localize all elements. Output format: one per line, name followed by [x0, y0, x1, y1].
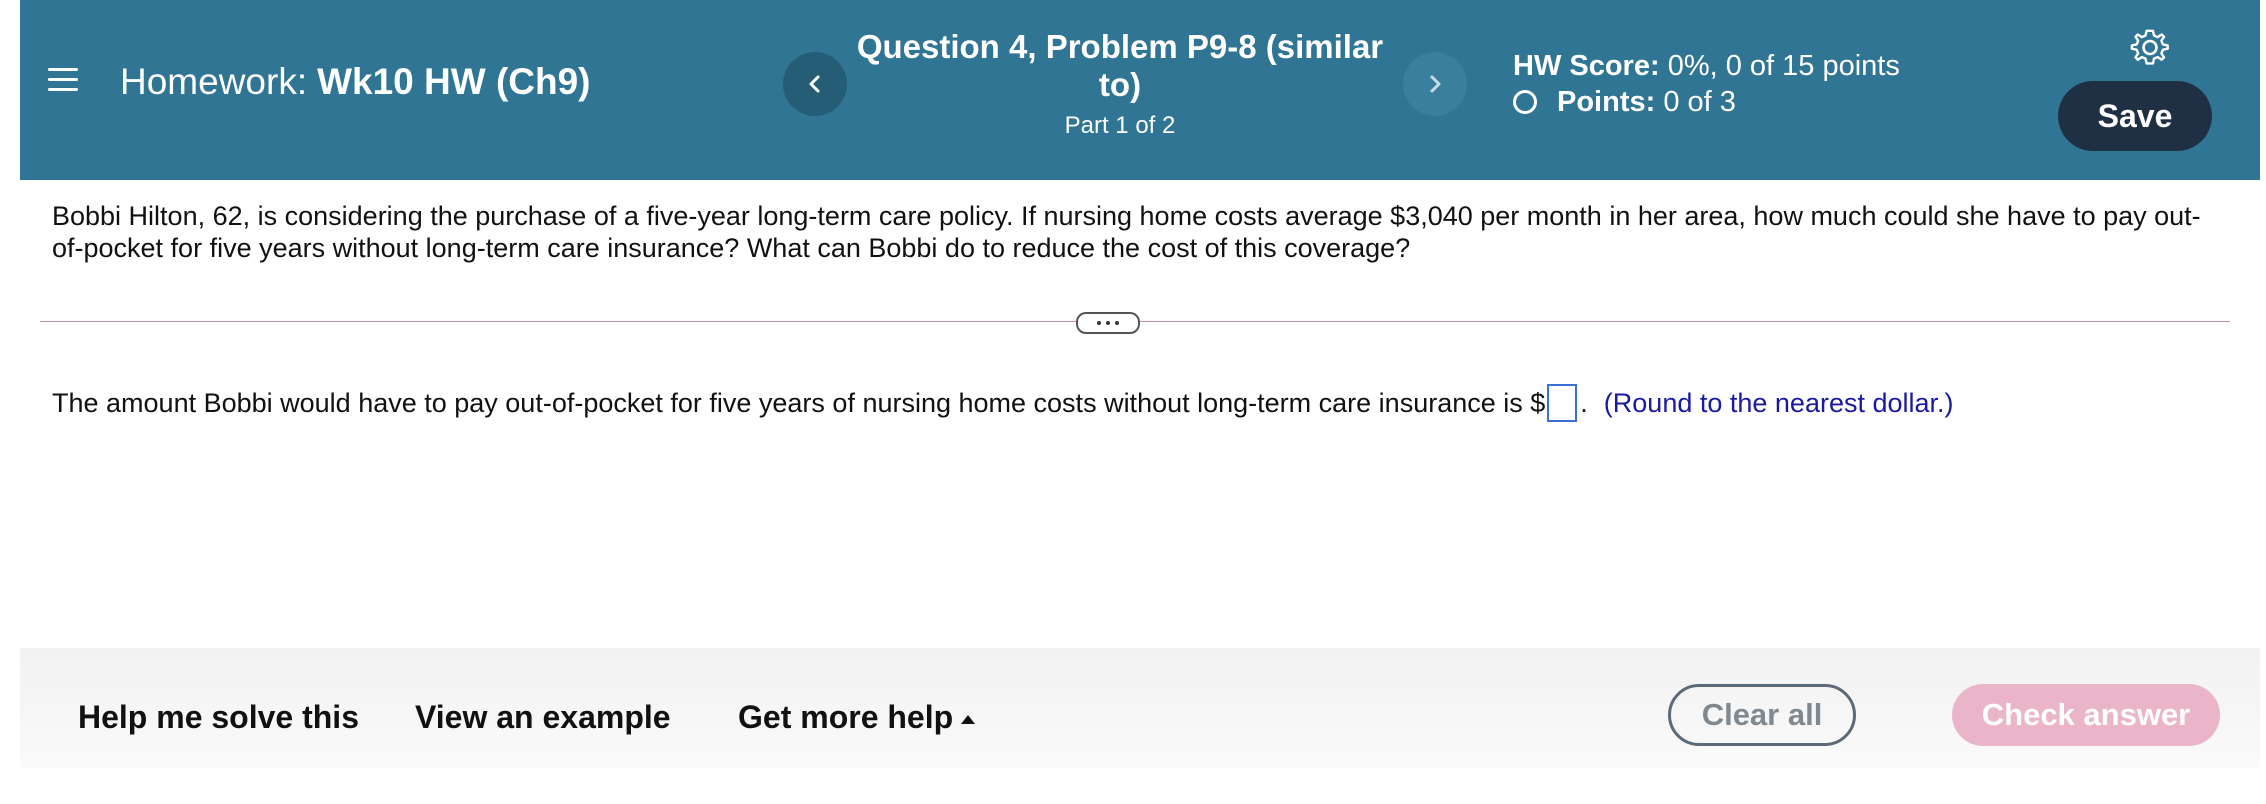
points-label: Points: — [1557, 86, 1656, 118]
caret-up-icon — [961, 715, 976, 725]
points-value: 0 of 3 — [1663, 86, 1736, 118]
previous-question-button[interactable] — [783, 52, 847, 116]
question-header: Question 4, Problem P9-8 (similar to) Pa… — [840, 28, 1400, 140]
homework-title: Homework: Wk10 HW (Ch9) — [120, 61, 591, 103]
homework-name: Wk10 HW (Ch9) — [317, 61, 591, 102]
chevron-right-icon — [1430, 75, 1441, 93]
hamburger-menu-icon[interactable] — [48, 66, 78, 94]
answer-prefix: The amount Bobbi would have to pay out-o… — [52, 388, 1546, 418]
answer-suffix: . — [1580, 388, 1588, 418]
score-block: HW Score: 0%, 0 of 15 points Points: 0 o… — [1513, 48, 1900, 120]
footer-bar: Help me solve this View an example Get m… — [20, 648, 2260, 768]
header-bar: Homework: Wk10 HW (Ch9) Question 4, Probl… — [20, 0, 2260, 180]
question-title: Question 4, Problem P9-8 (similar to) — [856, 28, 1384, 103]
answer-line: The amount Bobbi would have to pay out-o… — [52, 384, 1954, 422]
get-more-help-button[interactable]: Get more help — [738, 699, 976, 736]
gear-icon[interactable] — [2130, 28, 2170, 68]
get-more-help-label: Get more help — [738, 699, 954, 735]
answer-input[interactable] — [1547, 384, 1578, 422]
view-example-button[interactable]: View an example — [415, 699, 671, 736]
rounding-hint: (Round to the nearest dollar.) — [1603, 388, 1954, 418]
app-frame: Homework: Wk10 HW (Ch9) Question 4, Probl… — [20, 0, 2260, 804]
chevron-left-icon — [809, 75, 820, 93]
hw-score: HW Score: 0%, 0 of 15 points — [1513, 48, 1900, 84]
points-row: Points: 0 of 3 — [1513, 84, 1900, 120]
clear-all-button[interactable]: Clear all — [1668, 684, 1856, 746]
homework-prefix: Homework: — [120, 61, 308, 102]
points-status-circle-icon — [1513, 90, 1537, 114]
ellipsis-dot — [1106, 321, 1110, 325]
hw-score-label: HW Score: — [1513, 50, 1660, 82]
question-text: Bobbi Hilton, 62, is considering the pur… — [52, 201, 2201, 263]
next-question-button[interactable] — [1403, 52, 1467, 116]
save-button[interactable]: Save — [2058, 81, 2212, 151]
check-answer-button[interactable]: Check answer — [1952, 684, 2220, 746]
help-me-solve-button[interactable]: Help me solve this — [78, 699, 359, 736]
hw-score-value: 0%, 0 of 15 points — [1667, 50, 1900, 82]
ellipsis-dot — [1097, 321, 1101, 325]
ellipsis-dot — [1115, 321, 1119, 325]
question-part: Part 1 of 2 — [1064, 112, 1176, 139]
expand-ellipsis-button[interactable] — [1076, 312, 1140, 334]
